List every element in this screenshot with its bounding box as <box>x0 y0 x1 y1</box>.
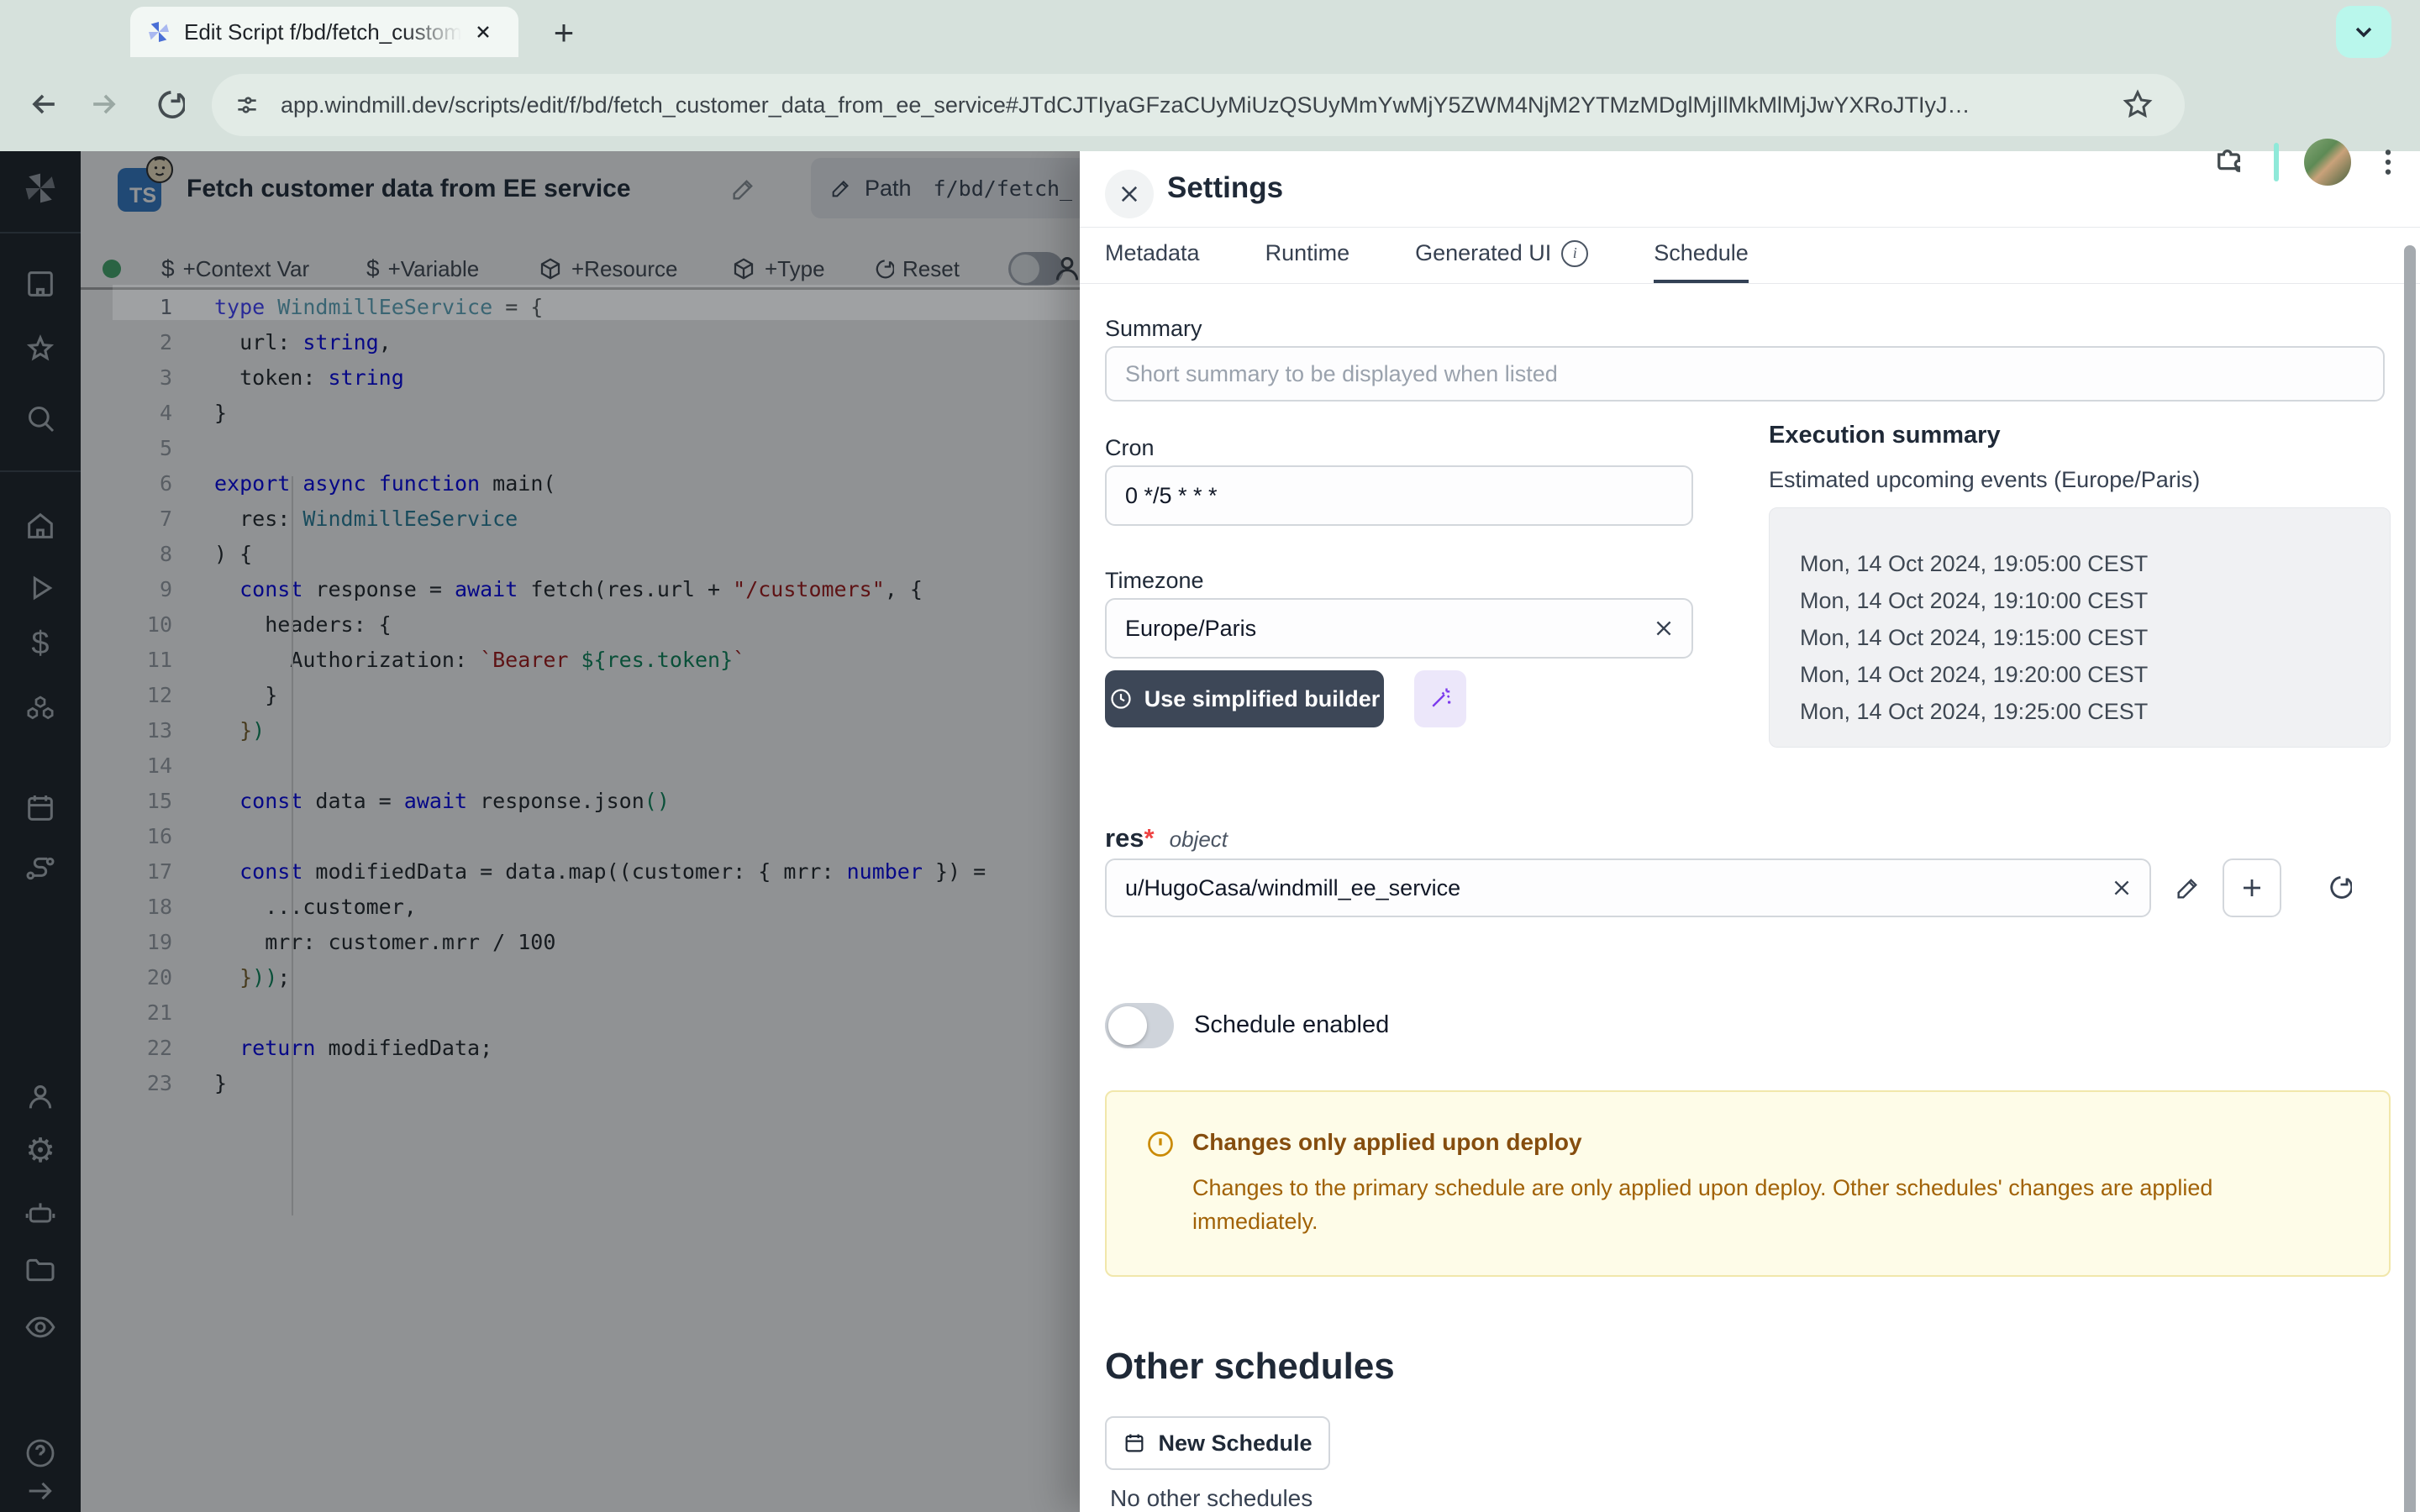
schedule-enabled-label: Schedule enabled <box>1194 1011 1389 1039</box>
timezone-input[interactable]: Europe/Paris <box>1105 598 1693 659</box>
upcoming-event: Mon, 14 Oct 2024, 19:15:00 CEST <box>1800 619 2390 656</box>
alert-circle-icon <box>1145 1129 1176 1159</box>
windmill-favicon <box>145 18 172 45</box>
required-mark: * <box>1144 823 1155 853</box>
divider <box>1080 283 2420 284</box>
no-other-schedules-text: No other schedules <box>1110 1485 1313 1512</box>
other-schedules-title: Other schedules <box>1105 1346 1395 1388</box>
schedule-enabled-toggle[interactable] <box>1105 1003 1174 1048</box>
magic-wand-icon <box>1428 686 1453 711</box>
menu-kebab-icon[interactable] <box>2371 143 2405 181</box>
tab-schedule[interactable]: Schedule <box>1654 227 1749 284</box>
upcoming-event: Mon, 14 Oct 2024, 19:10:00 CEST <box>1800 582 2390 619</box>
site-info-icon[interactable] <box>234 92 260 118</box>
upcoming-event: Mon, 14 Oct 2024, 19:20:00 CEST <box>1800 656 2390 693</box>
windmill-app: $ ⚙ TS Fetch customer data from EE servi… <box>0 151 2420 1512</box>
deploy-warning: Changes only applied upon deploy Changes… <box>1105 1090 2391 1277</box>
tab-generated-ui[interactable]: Generated UIi <box>1415 227 1588 284</box>
url-text[interactable]: app.windmill.dev/scripts/edit/f/bd/fetch… <box>281 92 2079 118</box>
ai-wand-button[interactable] <box>1414 670 1466 727</box>
edit-resource-pencil-icon[interactable] <box>2174 874 2202 902</box>
forward-icon[interactable] <box>86 86 123 123</box>
reload-icon[interactable] <box>148 86 185 123</box>
screen: Edit Script f/bd/fetch_customer_data_fro… <box>0 0 2420 1512</box>
summary-label: Summary <box>1105 316 1202 342</box>
tab-runtime[interactable]: Runtime <box>1265 227 1350 284</box>
plus-icon <box>2239 875 2265 900</box>
current-line-highlight <box>113 285 1080 320</box>
calendar-icon <box>1123 1431 1146 1455</box>
url-bar[interactable]: app.windmill.dev/scripts/edit/f/bd/fetch… <box>212 74 2185 136</box>
new-schedule-button[interactable]: New Schedule <box>1105 1416 1330 1470</box>
execution-summary-subtitle: Estimated upcoming events (Europe/Paris) <box>1769 467 2200 493</box>
refresh-resource-icon[interactable] <box>2322 872 2352 902</box>
browser-tab[interactable]: Edit Script f/bd/fetch_customer_data_fro… <box>130 7 518 57</box>
tab-close-icon[interactable] <box>466 15 500 49</box>
upcoming-event: Mon, 14 Oct 2024, 19:25:00 CEST <box>1800 693 2390 730</box>
cron-input[interactable]: 0 */5 * * * <box>1105 465 1693 526</box>
warning-body: Changes to the primary schedule are only… <box>1192 1171 2335 1238</box>
timezone-label: Timezone <box>1105 568 1204 594</box>
avatar[interactable] <box>2304 139 2351 186</box>
cron-label: Cron <box>1105 435 1155 461</box>
settings-tabs: Metadata Runtime Generated UIi Schedule <box>1105 227 1749 284</box>
settings-title: Settings <box>1167 171 1283 205</box>
clock-icon <box>1109 687 1133 711</box>
tab-metadata[interactable]: Metadata <box>1105 227 1200 284</box>
tab-title-fade <box>402 19 461 45</box>
settings-drawer: Settings Metadata Runtime Generated UIi Sch… <box>1080 151 2420 1512</box>
arg-name: res <box>1105 823 1144 853</box>
upcoming-events-box: Mon, 14 Oct 2024, 19:05:00 CESTMon, 14 O… <box>1769 507 2391 748</box>
back-icon[interactable] <box>25 86 62 123</box>
info-icon: i <box>1561 240 1588 267</box>
summary-input[interactable]: Short summary to be displayed when liste… <box>1105 346 2385 402</box>
browser-chrome: Edit Script f/bd/fetch_customer_data_fro… <box>0 0 2420 151</box>
add-resource-button[interactable] <box>2223 858 2281 917</box>
new-tab-icon[interactable]: + <box>544 13 583 52</box>
chevron-down-icon[interactable] <box>2336 6 2391 58</box>
upcoming-event: Mon, 14 Oct 2024, 19:05:00 CEST <box>1800 545 2390 582</box>
clear-timezone-icon[interactable] <box>1653 617 1675 639</box>
simplified-builder-button[interactable]: Use simplified builder <box>1105 670 1384 727</box>
warning-title: Changes only applied upon deploy <box>1192 1129 1582 1156</box>
bookmark-star-icon[interactable] <box>2121 87 2154 121</box>
arg-header: res* object <box>1105 823 1228 853</box>
close-icon[interactable] <box>1105 170 1154 218</box>
browser-nav-row: app.windmill.dev/scripts/edit/f/bd/fetch… <box>0 57 2420 151</box>
summary-placeholder: Short summary to be displayed when liste… <box>1125 361 1558 387</box>
extensions-puzzle-icon[interactable] <box>2212 143 2247 178</box>
panel-scrollbar[interactable] <box>2404 245 2416 1512</box>
execution-summary-title: Execution summary <box>1769 422 2001 449</box>
drawer-backdrop[interactable] <box>0 151 1080 1512</box>
arg-type: object <box>1170 827 1228 853</box>
resource-input[interactable]: u/HugoCasa/windmill_ee_service <box>1105 858 2151 917</box>
tab-group-separator <box>2274 143 2279 181</box>
clear-resource-icon[interactable] <box>2111 877 2133 899</box>
